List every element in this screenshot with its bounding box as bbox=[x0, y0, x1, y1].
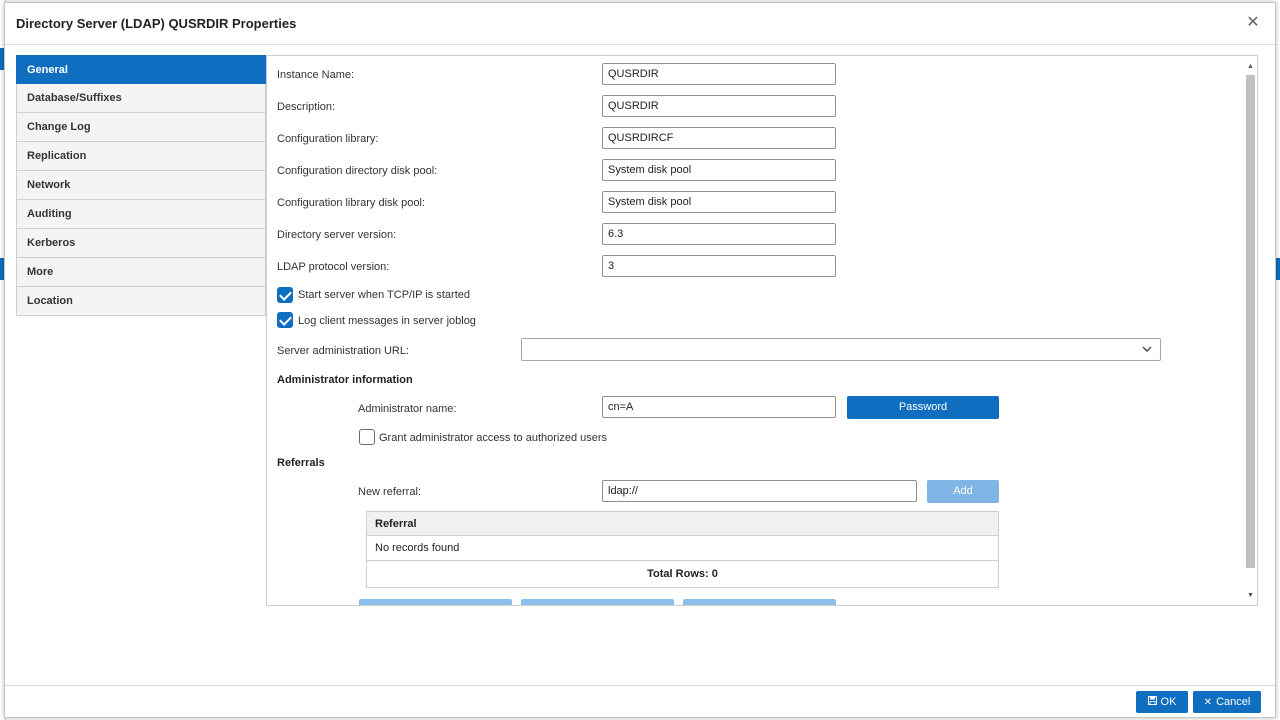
ok-button-label: OK bbox=[1160, 696, 1177, 708]
referral-action-button[interactable] bbox=[521, 599, 674, 605]
sidebar-item-kerberos[interactable]: Kerberos bbox=[16, 229, 266, 258]
dialog-title: Directory Server (LDAP) QUSRDIR Properti… bbox=[16, 16, 297, 31]
sidebar-item-network[interactable]: Network bbox=[16, 171, 266, 200]
description-label: Description: bbox=[277, 101, 336, 113]
config-lib-disk-pool-label: Configuration library disk pool: bbox=[277, 197, 425, 209]
referral-action-button[interactable] bbox=[683, 599, 836, 605]
log-client-checkbox[interactable] bbox=[277, 312, 293, 328]
referral-table: Referral No records found Total Rows: 0 bbox=[366, 511, 999, 588]
table-total-rows: Total Rows: 0 bbox=[647, 568, 718, 580]
admin-section-title: Administrator information bbox=[277, 374, 413, 386]
scroll-up-icon[interactable]: ▲ bbox=[1246, 62, 1255, 71]
instance-name-field[interactable]: QUSRDIR bbox=[602, 63, 836, 85]
server-version-label: Directory server version: bbox=[277, 229, 397, 241]
sidebar-nav: General Database/Suffixes Change Log Rep… bbox=[16, 55, 266, 316]
sidebar-item-general[interactable]: General bbox=[16, 55, 266, 84]
config-dir-disk-pool-field[interactable]: System disk pool bbox=[602, 159, 836, 181]
table-empty-row: No records found bbox=[367, 536, 998, 561]
config-library-label: Configuration library: bbox=[277, 133, 379, 145]
sidebar-item-change-log[interactable]: Change Log bbox=[16, 113, 266, 142]
server-admin-url-label: Server administration URL: bbox=[277, 345, 410, 357]
ldap-protocol-version-field[interactable]: 3 bbox=[602, 255, 836, 277]
save-icon bbox=[1147, 692, 1157, 714]
sidebar-item-replication[interactable]: Replication bbox=[16, 142, 266, 171]
cancel-button[interactable]: ✕ Cancel bbox=[1193, 691, 1261, 713]
scrollbar-thumb[interactable] bbox=[1246, 75, 1255, 568]
add-referral-button[interactable]: Add bbox=[927, 480, 999, 503]
close-icon: ✕ bbox=[1203, 697, 1213, 708]
start-server-checkbox-label: Start server when TCP/IP is started bbox=[298, 289, 470, 301]
server-admin-url-select[interactable] bbox=[521, 338, 1161, 361]
general-panel: Instance Name: QUSRDIR Description: QUSR… bbox=[266, 55, 1258, 606]
cancel-button-label: Cancel bbox=[1216, 696, 1251, 708]
scroll-down-icon[interactable]: ▼ bbox=[1246, 591, 1255, 600]
grant-admin-access-checkbox[interactable] bbox=[359, 429, 375, 445]
admin-name-field[interactable]: cn=A bbox=[602, 396, 836, 418]
chevron-down-icon bbox=[1141, 342, 1153, 356]
referral-column-header[interactable]: Referral bbox=[367, 512, 998, 536]
properties-dialog: Directory Server (LDAP) QUSRDIR Properti… bbox=[4, 2, 1276, 718]
panel-scrollbar[interactable]: ▲ ▼ bbox=[1245, 62, 1256, 600]
config-library-field[interactable]: QUSRDIRCF bbox=[602, 127, 836, 149]
admin-name-label: Administrator name: bbox=[358, 403, 457, 415]
sidebar-item-database-suffixes[interactable]: Database/Suffixes bbox=[16, 84, 266, 113]
ok-button[interactable]: OK bbox=[1136, 691, 1188, 713]
new-referral-label: New referral: bbox=[358, 486, 421, 498]
sidebar-item-more[interactable]: More bbox=[16, 258, 266, 287]
server-version-field[interactable]: 6.3 bbox=[602, 223, 836, 245]
config-lib-disk-pool-field[interactable]: System disk pool bbox=[602, 191, 836, 213]
grant-admin-access-label: Grant administrator access to authorized… bbox=[379, 432, 608, 444]
password-button[interactable]: Password bbox=[847, 396, 999, 419]
start-server-checkbox[interactable] bbox=[277, 287, 293, 303]
description-field[interactable]: QUSRDIR bbox=[602, 95, 836, 117]
new-referral-field[interactable]: ldap:// bbox=[602, 480, 917, 502]
sidebar-item-auditing[interactable]: Auditing bbox=[16, 200, 266, 229]
referral-action-button[interactable] bbox=[359, 599, 512, 605]
dialog-footer: OK ✕ Cancel bbox=[5, 685, 1275, 719]
referrals-section-title: Referrals bbox=[277, 457, 325, 469]
sidebar-item-location[interactable]: Location bbox=[16, 287, 266, 316]
config-dir-disk-pool-label: Configuration directory disk pool: bbox=[277, 165, 438, 177]
log-client-checkbox-label: Log client messages in server joblog bbox=[298, 315, 476, 327]
close-icon[interactable]: ✕ bbox=[1245, 15, 1261, 31]
ldap-protocol-version-label: LDAP protocol version: bbox=[277, 261, 390, 273]
instance-name-label: Instance Name: bbox=[277, 69, 355, 81]
dialog-header: Directory Server (LDAP) QUSRDIR Properti… bbox=[5, 3, 1275, 45]
